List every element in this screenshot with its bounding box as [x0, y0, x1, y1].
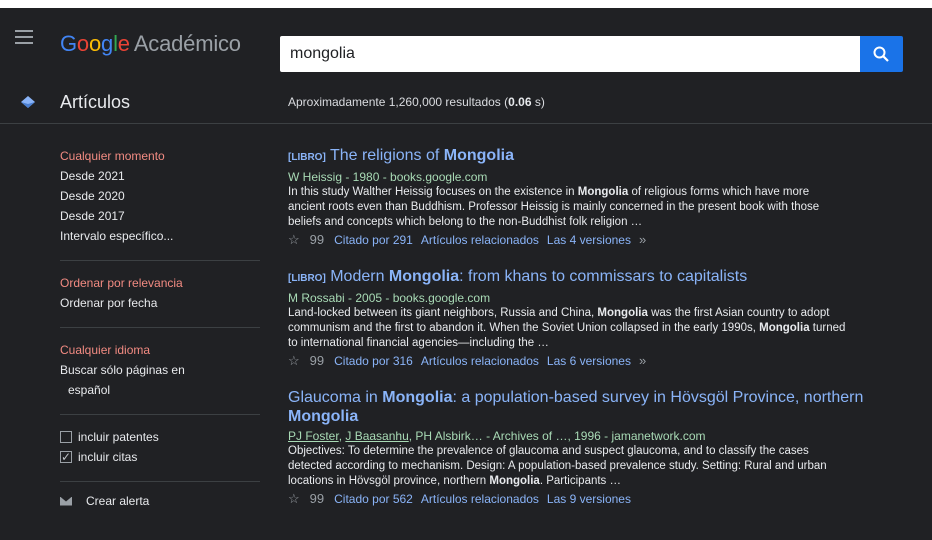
title-highlight: Mongolia: [388, 268, 460, 285]
versions-link[interactable]: Las 6 versiones: [547, 352, 631, 370]
include-citations-option[interactable]: incluir citas: [60, 447, 260, 467]
title-text: The religions of: [325, 147, 444, 164]
sort-group: Ordenar por relevancia Ordenar por fecha: [60, 273, 260, 328]
search-input[interactable]: [280, 36, 860, 72]
filter-spanish-pages-cont[interactable]: español: [60, 380, 260, 400]
include-group: incluir patentes incluir citas: [60, 427, 260, 482]
filter-since-2017[interactable]: Desde 2017: [60, 206, 260, 226]
snippet-highlight: Mongolia: [597, 307, 648, 319]
result-meta: PJ Foster, J Baasanhu, PH Alsbirk… - Arc…: [288, 429, 706, 443]
sort-by-date[interactable]: Ordenar por fecha: [60, 293, 260, 313]
title-text: Glaucoma in: [288, 389, 383, 406]
result-actions: ☆ 99 Citado por 316 Artículos relacionad…: [288, 352, 928, 370]
search-icon: [873, 46, 889, 62]
result-meta: M Rossabi - 2005 - books.google.com: [288, 291, 491, 305]
result-type-tag: [LIBRO]: [288, 152, 326, 163]
mail-icon: [60, 496, 72, 506]
result-actions: ☆ 99 Citado por 562 Artículos relacionad…: [288, 490, 928, 508]
result-item: Glaucoma in Mongolia: a population-based…: [288, 388, 928, 508]
results-subbar: Artículos Aproximadamente 1,260,000 resu…: [0, 82, 932, 124]
result-title-link[interactable]: Glaucoma in Mongolia: a population-based…: [288, 388, 928, 426]
include-citations-label: incluir citas: [78, 450, 138, 464]
result-count-suffix: s): [531, 95, 545, 109]
result-meta: W Heissig - 1980 - books.google.com: [288, 170, 488, 184]
filter-spanish-pages[interactable]: Buscar sólo páginas en: [60, 360, 260, 380]
save-star-icon[interactable]: ☆: [288, 352, 300, 370]
author-link[interactable]: J Baasanhu: [345, 429, 408, 443]
hamburger-menu-icon[interactable]: [15, 30, 33, 44]
filter-sidebar: Cualquier momento Desde 2021 Desde 2020 …: [60, 146, 260, 508]
snippet-text: . Participants …: [539, 475, 621, 487]
result-title-link[interactable]: [LIBRO] The religions of Mongolia: [288, 146, 928, 167]
title-highlight: Mongolia: [382, 389, 453, 406]
title-highlight: Mongolia: [288, 408, 359, 425]
include-citations-checkbox[interactable]: [60, 447, 72, 467]
chevron-double-right-icon[interactable]: »: [639, 231, 646, 249]
logo-letter: G: [60, 31, 77, 56]
logo-letter: o: [88, 31, 102, 56]
google-scholar-logo[interactable]: Google Académico: [60, 31, 241, 57]
title-text: Modern: [325, 268, 389, 285]
title-highlight: Mongolia: [443, 147, 514, 164]
logo-product: Académico: [133, 31, 241, 56]
language-group: Cualquier idioma Buscar sólo páginas en …: [60, 340, 260, 415]
filter-custom-range[interactable]: Intervalo específico...: [60, 226, 260, 246]
search-button[interactable]: [860, 36, 903, 72]
snippet-highlight: Mongolia: [759, 322, 810, 334]
create-alert-button[interactable]: Crear alerta: [60, 494, 260, 508]
results-list: [LIBRO] The religions of Mongolia W Heis…: [288, 146, 928, 526]
result-type-tag: [LIBRO]: [288, 273, 326, 284]
cited-by-link[interactable]: Citado por 316: [334, 352, 413, 370]
result-actions: ☆ 99 Citado por 291 Artículos relacionad…: [288, 231, 928, 249]
related-articles-link[interactable]: Artículos relacionados: [421, 490, 539, 508]
snippet-text: In this study Walther Heissig focuses on…: [288, 186, 578, 198]
result-item: [LIBRO] The religions of Mongolia W Heis…: [288, 146, 928, 249]
section-title: Artículos: [60, 92, 131, 112]
versions-link[interactable]: Las 4 versiones: [547, 231, 631, 249]
cite-quote-icon[interactable]: 99: [310, 352, 324, 370]
result-snippet: Land-locked between its giant neighbors,…: [288, 306, 848, 351]
filter-any-language[interactable]: Cualquier idioma: [60, 340, 260, 360]
result-item: [LIBRO] Modern Mongolia: from khans to c…: [288, 267, 928, 370]
save-star-icon[interactable]: ☆: [288, 231, 300, 249]
cited-by-link[interactable]: Citado por 291: [334, 231, 413, 249]
result-title-link[interactable]: [LIBRO] Modern Mongolia: from khans to c…: [288, 267, 928, 288]
include-patents-checkbox[interactable]: [60, 431, 72, 443]
title-text: : a population-based survey in Hövsgöl P…: [452, 389, 864, 406]
author-link[interactable]: PJ Foster: [288, 429, 339, 443]
include-patents-option[interactable]: incluir patentes: [60, 427, 260, 447]
filter-since-2021[interactable]: Desde 2021: [60, 166, 260, 186]
meta-rest: , PH Alsbirk… - Archives of …, 1996 - ja…: [408, 429, 706, 443]
result-count-time: 0.06: [508, 95, 532, 109]
snippet-highlight: Mongolia: [489, 475, 540, 487]
logo-letter: e: [117, 31, 130, 56]
related-articles-link[interactable]: Artículos relacionados: [421, 352, 539, 370]
search-box: [280, 36, 860, 72]
result-count-prefix: Aproximadamente 1,260,000 resultados (: [288, 95, 509, 109]
cite-quote-icon[interactable]: 99: [310, 490, 324, 508]
result-snippet: In this study Walther Heissig focuses on…: [288, 185, 848, 230]
create-alert-label: Crear alerta: [86, 494, 150, 508]
cite-quote-icon[interactable]: 99: [310, 231, 324, 249]
top-bar: Google Académico: [0, 0, 932, 72]
sort-by-relevance[interactable]: Ordenar por relevancia: [60, 273, 260, 293]
include-patents-label: incluir patentes: [78, 430, 159, 444]
logo-letter: o: [76, 31, 89, 56]
chevron-double-right-icon[interactable]: »: [639, 352, 646, 370]
snippet-highlight: Mongolia: [577, 186, 629, 198]
result-count: Aproximadamente 1,260,000 resultados (0.…: [288, 95, 545, 109]
title-text: : from khans to commissars to capitalist…: [459, 268, 748, 285]
logo-letter: g: [101, 31, 114, 56]
versions-link[interactable]: Las 9 versiones: [547, 490, 631, 508]
cited-by-link[interactable]: Citado por 562: [334, 490, 413, 508]
save-star-icon[interactable]: ☆: [288, 490, 300, 508]
diamond-icon: [21, 96, 35, 108]
related-articles-link[interactable]: Artículos relacionados: [421, 231, 539, 249]
snippet-text: Land-locked between its giant neighbors,…: [288, 307, 598, 319]
filter-any-time[interactable]: Cualquier momento: [60, 146, 260, 166]
filter-since-2020[interactable]: Desde 2020: [60, 186, 260, 206]
time-filter-group: Cualquier momento Desde 2021 Desde 2020 …: [60, 146, 260, 261]
result-snippet: Objectives: To determine the prevalence …: [288, 444, 848, 489]
